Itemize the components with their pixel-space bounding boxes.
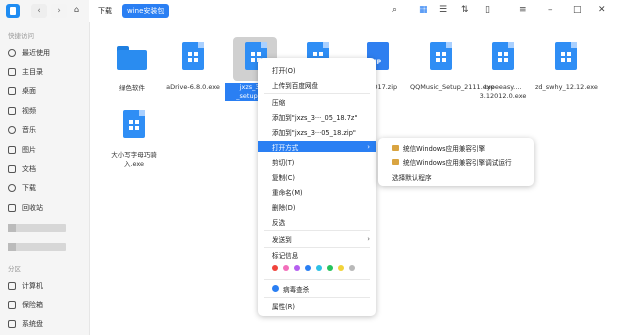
file-item[interactable]: 大小写字母巧骑入.exe [103, 110, 165, 169]
menu-item-send-to[interactable]: 发送到 › [258, 233, 376, 244]
tag-color-purple[interactable] [294, 265, 300, 271]
menu-separator [264, 247, 370, 248]
image-icon [8, 146, 16, 154]
sidebar-item-recent[interactable]: 最近使用 [8, 46, 84, 60]
chevron-right-icon: › [367, 234, 370, 243]
file-item[interactable]: QQMusic_Setup_2111.exe [410, 42, 494, 92]
menu-separator [264, 93, 370, 94]
menu-separator [264, 297, 370, 298]
file-item[interactable]: typeeasy.…3.12012.0.exe [472, 42, 534, 101]
clock-icon [8, 49, 16, 57]
sidebar-item-safe[interactable]: 保险箱 [8, 298, 84, 312]
tag-color-green[interactable] [327, 265, 333, 271]
search-icon[interactable]: ⌕ [392, 5, 397, 15]
menu-item-delete[interactable]: 删除(D) [258, 201, 376, 212]
chevron-right-icon: › [367, 142, 370, 151]
sidebar-section-quick: 快捷访问 [8, 32, 34, 40]
menu-item-properties[interactable]: 属性(R) [258, 300, 376, 311]
sidebar-item-downloads[interactable]: 下载 [8, 181, 84, 195]
detail-panel-icon[interactable]: ▯ [485, 5, 490, 15]
exe-file-icon [430, 42, 452, 70]
menu-item-copy[interactable]: 复制(C) [258, 171, 376, 182]
submenu-item-wine-engine-debug[interactable]: 统信Windows应用兼容引擎调试运行 [378, 156, 534, 167]
document-icon [8, 165, 16, 173]
file-manager-app-icon[interactable] [6, 4, 20, 18]
tag-color-pink[interactable] [283, 265, 289, 271]
forward-button[interactable]: › [51, 4, 67, 18]
menu-item-compress[interactable]: 压缩 [258, 96, 376, 107]
sidebar-item-redacted[interactable] [8, 224, 66, 232]
menu-item-open-with[interactable]: 打开方式 › [258, 141, 376, 152]
sidebar: 快捷访问 最近使用 主目录 桌面 视频 音乐 图片 文档 下载 回收站 分区 计… [0, 0, 90, 335]
menu-separator [264, 230, 370, 231]
folder-icon [117, 46, 147, 70]
sidebar-item-desktop[interactable]: 桌面 [8, 84, 84, 98]
breadcrumb-downloads[interactable]: 下载 [93, 4, 117, 18]
computer-icon [8, 282, 16, 290]
toolbar: ‹ › ⌂ 下载 wine安装包 ⌕ ▦ ☰ ⇅ ▯ ≡ – □ ✕ [31, 0, 620, 22]
exe-file-icon [555, 42, 577, 70]
home-icon[interactable]: ⌂ [74, 5, 79, 14]
menu-item-virus-scan[interactable]: 病毒查杀 [258, 283, 376, 294]
trash-icon [8, 204, 16, 212]
submenu-item-choose-default[interactable]: 选择默认程序 [378, 171, 534, 182]
tag-color-red[interactable] [272, 265, 278, 271]
exe-file-icon [123, 110, 145, 138]
app-icon [392, 158, 399, 165]
menu-icon[interactable]: ≡ [519, 5, 527, 15]
exe-file-icon [492, 42, 514, 70]
breadcrumb-current[interactable]: wine安装包 [122, 4, 170, 18]
sidebar-item-home[interactable]: 主目录 [8, 65, 84, 79]
sidebar-item-music[interactable]: 音乐 [8, 123, 84, 137]
exe-file-icon [182, 42, 204, 70]
menu-item-cut[interactable]: 剪切(T) [258, 156, 376, 167]
desktop-icon [8, 87, 16, 95]
download-icon [8, 184, 16, 192]
antivirus-icon [272, 285, 279, 292]
menu-item-tag-info[interactable]: 标记信息 [258, 249, 376, 260]
safe-icon [8, 301, 16, 309]
sidebar-item-computer[interactable]: 计算机 [8, 279, 84, 293]
sidebar-item-system-disk[interactable]: 系统盘 [8, 317, 84, 331]
close-icon[interactable]: ✕ [598, 5, 606, 15]
tag-color-gray[interactable] [349, 265, 355, 271]
open-with-submenu: 统信Windows应用兼容引擎 统信Windows应用兼容引擎调试运行 选择默认… [378, 138, 534, 186]
sidebar-section-partition: 分区 [8, 265, 21, 273]
sidebar-item-pictures[interactable]: 图片 [8, 143, 84, 157]
back-button[interactable]: ‹ [31, 4, 47, 18]
list-view-icon[interactable]: ☰ [439, 5, 447, 15]
menu-item-rename[interactable]: 重命名(M) [258, 186, 376, 197]
video-icon [8, 107, 16, 115]
app-icon [392, 144, 399, 151]
menu-item-upload-baidu[interactable]: 上传到百度网盘 [258, 79, 376, 90]
menu-item-add-zip[interactable]: 添加到"jxzs_3···05_18.zip" [258, 126, 376, 137]
menu-item-invert-selection[interactable]: 反选 [258, 216, 376, 227]
minimize-icon[interactable]: – [548, 5, 553, 15]
tag-color-yellow[interactable] [338, 265, 344, 271]
file-item-folder[interactable]: 绿色软件 [101, 42, 163, 93]
submenu-item-wine-engine[interactable]: 统信Windows应用兼容引擎 [378, 142, 534, 153]
menu-separator [264, 279, 370, 280]
music-icon [8, 126, 16, 134]
tag-color-cyan[interactable] [316, 265, 322, 271]
menu-item-add-7z[interactable]: 添加到"jxzs_3···_05_18.7z" [258, 111, 376, 122]
sidebar-item-trash[interactable]: 回收站 [8, 201, 84, 215]
icon-view-icon[interactable]: ▦ [419, 5, 428, 15]
tag-color-blue[interactable] [305, 265, 311, 271]
disk-icon [8, 320, 16, 328]
sidebar-item-documents[interactable]: 文档 [8, 162, 84, 176]
menu-item-open[interactable]: 打开(O) [258, 64, 376, 75]
home-icon [8, 68, 16, 76]
context-menu: 打开(O) 上传到百度网盘 压缩 添加到"jxzs_3···_05_18.7z"… [258, 58, 376, 316]
file-item[interactable]: zd_swhy_12.12.exe [535, 42, 598, 92]
maximize-icon[interactable]: □ [573, 5, 582, 15]
sidebar-item-redacted[interactable] [8, 243, 66, 251]
sort-icon[interactable]: ⇅ [461, 5, 469, 15]
sidebar-item-video[interactable]: 视频 [8, 104, 84, 118]
file-item[interactable]: aDrive-6.8.0.exe [162, 42, 224, 92]
